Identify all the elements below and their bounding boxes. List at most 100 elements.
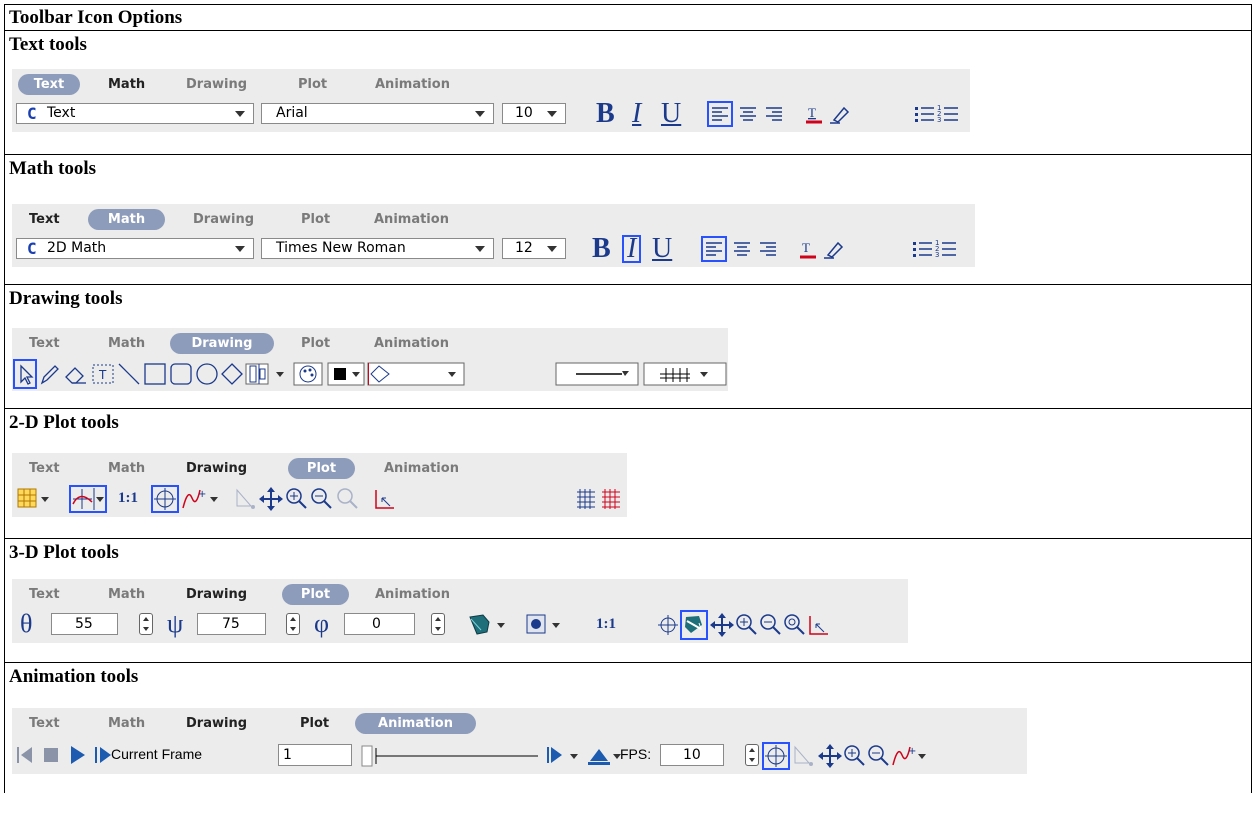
tab-drawing[interactable]: Drawing: [186, 713, 247, 734]
pan-icon[interactable]: [259, 486, 283, 512]
font-dropdown[interactable]: Arial: [261, 103, 494, 124]
tab-text[interactable]: Text: [29, 333, 60, 354]
tab-plot[interactable]: Plot: [288, 458, 355, 479]
tab-text[interactable]: Text: [18, 74, 80, 95]
crosshair-icon[interactable]: [656, 612, 680, 638]
tab-math[interactable]: Math: [108, 458, 145, 479]
zoom-in-icon[interactable]: [284, 486, 308, 512]
tab-animation[interactable]: Animation: [374, 333, 449, 354]
rotate-3d-icon[interactable]: [680, 610, 708, 640]
pan-icon[interactable]: [710, 612, 734, 638]
grid-lines-icon[interactable]: [574, 486, 598, 512]
align-shapes-icon[interactable]: [244, 360, 290, 388]
table-grid-icon[interactable]: [16, 486, 52, 512]
line-icon[interactable]: [116, 361, 142, 387]
zoom-fit-icon[interactable]: [335, 486, 359, 512]
align-right-icon[interactable]: [762, 102, 786, 126]
palette-icon[interactable]: [292, 360, 324, 388]
underline-button[interactable]: U: [661, 100, 681, 128]
rounded-rectangle-icon[interactable]: [168, 361, 194, 387]
play-direction-icon[interactable]: [544, 743, 584, 767]
psi-stepper[interactable]: [286, 613, 300, 635]
grid-lines-red-icon[interactable]: [599, 486, 623, 512]
crosshair-icon[interactable]: [151, 485, 179, 513]
frame-slider[interactable]: [360, 744, 540, 768]
highlighter-icon[interactable]: [822, 237, 846, 261]
psi-input[interactable]: 75: [197, 613, 266, 635]
align-right-icon[interactable]: [756, 237, 780, 261]
plot-type-icon[interactable]: [69, 485, 107, 513]
tab-plot[interactable]: Plot: [301, 209, 330, 230]
tab-animation[interactable]: Animation: [375, 584, 450, 605]
rewind-icon[interactable]: [14, 743, 36, 767]
style-dropdown[interactable]: C 2D Math: [16, 238, 254, 259]
tab-drawing[interactable]: Drawing: [186, 584, 247, 605]
tab-math[interactable]: Math: [108, 584, 145, 605]
style-dropdown[interactable]: C Text: [16, 103, 254, 124]
surface-style-icon[interactable]: [467, 612, 511, 638]
probe-icon[interactable]: [791, 743, 815, 769]
tab-plot[interactable]: Plot: [298, 74, 327, 95]
tab-plot[interactable]: Plot: [301, 333, 330, 354]
tab-animation[interactable]: Animation: [375, 74, 450, 95]
pan-icon[interactable]: [818, 743, 842, 769]
zoom-out-icon[interactable]: [866, 743, 890, 769]
add-curve-icon[interactable]: +: [890, 743, 930, 769]
zoom-in-icon[interactable]: [734, 612, 758, 638]
underline-button[interactable]: U: [652, 235, 672, 263]
diamond-icon[interactable]: [219, 361, 245, 387]
add-curve-icon[interactable]: +: [180, 486, 222, 512]
bold-button[interactable]: B: [592, 235, 611, 263]
crosshair-icon[interactable]: [762, 742, 790, 770]
tab-drawing[interactable]: Drawing: [170, 333, 274, 354]
tab-plot[interactable]: Plot: [300, 713, 329, 734]
tab-text[interactable]: Text: [29, 209, 60, 230]
bullet-list-icon[interactable]: [910, 237, 936, 261]
font-dropdown[interactable]: Times New Roman: [261, 238, 494, 259]
text-box-icon[interactable]: T: [90, 361, 116, 387]
current-frame-input[interactable]: 1: [278, 744, 352, 766]
ellipse-icon[interactable]: [194, 361, 220, 387]
tab-animation[interactable]: Animation: [374, 209, 449, 230]
pointer-icon[interactable]: [13, 359, 37, 389]
tab-text[interactable]: Text: [29, 458, 60, 479]
stop-icon[interactable]: [40, 743, 62, 767]
tab-math[interactable]: Math: [88, 209, 165, 230]
axes-scale-icon[interactable]: [806, 612, 832, 638]
tab-plot[interactable]: Plot: [282, 584, 349, 605]
align-center-icon[interactable]: [736, 102, 760, 126]
zoom-out-icon[interactable]: [309, 486, 333, 512]
italic-button[interactable]: I: [621, 235, 642, 263]
tab-drawing[interactable]: Drawing: [193, 209, 254, 230]
align-left-icon[interactable]: [701, 236, 727, 262]
lighting-icon[interactable]: [524, 612, 566, 638]
probe-icon[interactable]: [233, 486, 257, 512]
fill-color-icon[interactable]: [326, 360, 366, 388]
theta-stepper[interactable]: [139, 613, 153, 635]
text-color-icon[interactable]: T: [798, 237, 820, 261]
zoom-in-icon[interactable]: [842, 743, 866, 769]
tab-drawing[interactable]: Drawing: [186, 458, 247, 479]
play-icon[interactable]: [66, 743, 88, 767]
bold-button[interactable]: B: [596, 100, 615, 128]
zoom-out-icon[interactable]: [758, 612, 782, 638]
tab-math[interactable]: Math: [108, 713, 145, 734]
tab-text[interactable]: Text: [29, 584, 60, 605]
line-style-icon[interactable]: [554, 360, 640, 388]
theta-input[interactable]: 55: [51, 613, 118, 635]
fps-input[interactable]: 10: [660, 744, 724, 766]
numbered-list-icon[interactable]: 123: [936, 102, 962, 126]
tab-animation[interactable]: Animation: [355, 713, 476, 734]
aspect-ratio-button[interactable]: 1:1: [118, 490, 138, 507]
rectangle-icon[interactable]: [142, 361, 168, 387]
highlighter-icon[interactable]: [828, 102, 852, 126]
fill-style-icon[interactable]: [366, 360, 466, 388]
align-center-icon[interactable]: [730, 237, 754, 261]
zoom-fit-icon[interactable]: [782, 612, 806, 638]
tab-drawing[interactable]: Drawing: [186, 74, 247, 95]
aspect-ratio-button[interactable]: 1:1: [596, 616, 616, 633]
size-dropdown[interactable]: 10: [502, 103, 566, 124]
fps-stepper[interactable]: [745, 744, 759, 766]
tab-text[interactable]: Text: [29, 713, 60, 734]
align-left-icon[interactable]: [707, 101, 733, 127]
